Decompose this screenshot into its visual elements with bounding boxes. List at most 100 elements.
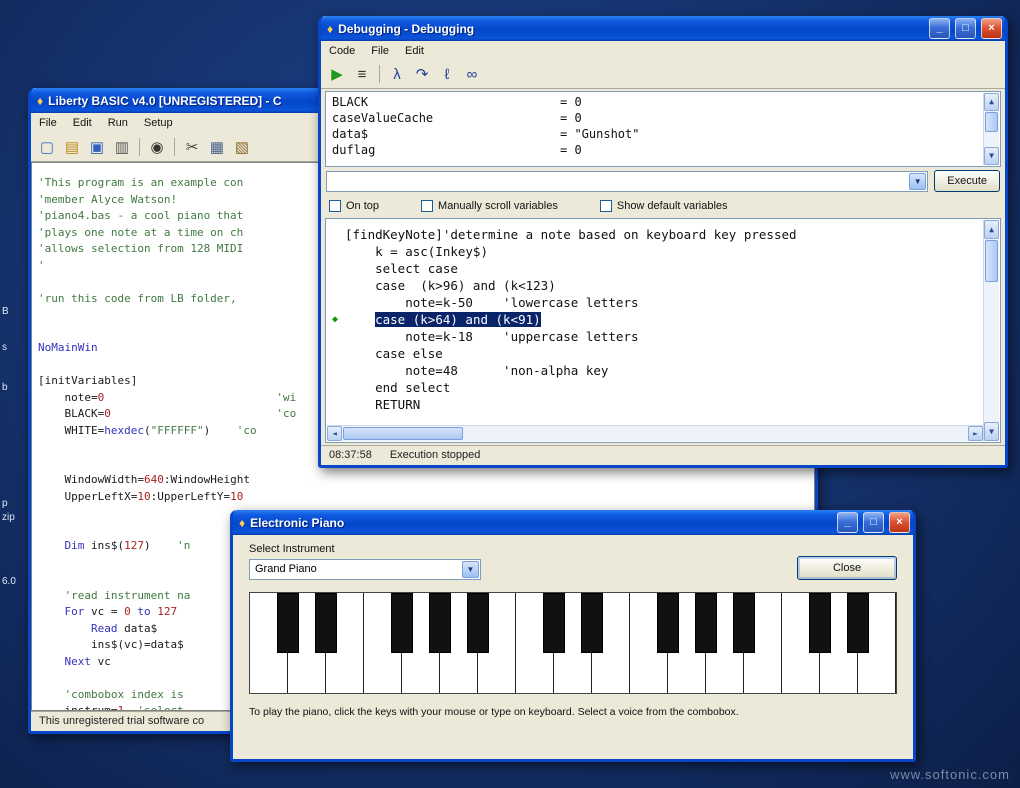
debug-code-view[interactable]: [findKeyNote]'determine a note based on … [325, 218, 1001, 443]
debug-menu-edit[interactable]: Edit [397, 43, 432, 59]
variables-panel[interactable]: BLACK= 0caseValueCache= 0data$= "Gunshot… [325, 91, 1001, 167]
cut-icon[interactable]: ✂ [181, 136, 203, 158]
checkbox-box[interactable] [600, 200, 612, 212]
variable-name: BLACK [332, 94, 560, 110]
desktop-icon-label[interactable]: b [2, 382, 8, 393]
maximize-button[interactable]: □ [955, 18, 976, 39]
scrollbar-thumb[interactable] [343, 427, 463, 440]
black-key[interactable] [391, 593, 413, 653]
scroll-left-icon[interactable]: ◄ [327, 426, 342, 441]
paste-icon[interactable]: ▧ [231, 136, 253, 158]
scroll-down-icon[interactable]: ▼ [984, 422, 999, 441]
variable-name: data$ [332, 126, 560, 142]
copy-icon[interactable]: ▦ [206, 136, 228, 158]
lb-menu-setup[interactable]: Setup [136, 115, 181, 131]
trial-status-text: This unregistered trial software co [39, 715, 204, 727]
black-key[interactable] [581, 593, 603, 653]
animate-icon[interactable]: ∞ [461, 63, 483, 85]
debug-code-line: case else [332, 345, 980, 362]
instrument-label: Select Instrument [249, 543, 481, 555]
variable-value: = "Gunshot" [560, 127, 639, 141]
piano-close-button[interactable]: Close [797, 556, 897, 580]
minimize-button[interactable]: _ [837, 512, 858, 533]
checkbox-box[interactable] [421, 200, 433, 212]
black-key[interactable] [657, 593, 679, 653]
desktop-icon-label[interactable]: p [2, 498, 8, 509]
open-folder-icon[interactable]: ▤ [61, 136, 83, 158]
lb-menu-edit[interactable]: Edit [65, 115, 100, 131]
black-key[interactable] [695, 593, 717, 653]
code-line: UpperLeftX=10:UpperLeftY=10 [38, 489, 810, 506]
scroll-up-icon[interactable]: ▲ [984, 220, 999, 239]
lb-menu-file[interactable]: File [31, 115, 65, 131]
scroll-down-icon[interactable]: ▼ [984, 147, 999, 165]
desktop-icon-label[interactable]: zip [2, 512, 15, 523]
black-key[interactable] [809, 593, 831, 653]
close-button[interactable]: × [981, 18, 1002, 39]
maximize-button[interactable]: □ [863, 512, 884, 533]
debug-code-line: [findKeyNote]'determine a note based on … [332, 226, 980, 243]
minimize-button[interactable]: _ [929, 18, 950, 39]
lb-menu-run[interactable]: Run [100, 115, 136, 131]
debugging-title: Debugging - Debugging [338, 22, 924, 36]
desktop-icon-label[interactable]: s [2, 342, 7, 353]
variable-value: = 0 [560, 143, 582, 157]
debug-options-row: On top Manually scroll variables Show defa… [321, 195, 1005, 216]
checkbox-label: Manually scroll variables [438, 200, 558, 212]
desktop-icon-label[interactable]: 6.0 [2, 576, 16, 587]
debug-code-line: ◆ case (k>64) and (k<91) [332, 311, 980, 328]
scrollbar-thumb[interactable] [985, 240, 998, 282]
debug-menu-code[interactable]: Code [321, 43, 363, 59]
checkbox-manually-scroll-variables[interactable]: Manually scroll variables [421, 200, 558, 212]
checkbox-label: Show default variables [617, 200, 728, 212]
desktop-icon-label[interactable]: B [2, 306, 9, 317]
debug-code-line: select case [332, 260, 980, 277]
chevron-down-icon[interactable]: ▼ [909, 173, 926, 190]
debugging-titlebar[interactable]: ♦ Debugging - Debugging _ □ × [321, 16, 1005, 41]
checkbox-on-top[interactable]: On top [329, 200, 379, 212]
step-out-icon[interactable]: ℓ [436, 63, 458, 85]
save-icon[interactable]: ▣ [86, 136, 108, 158]
debug-code-hscrollbar[interactable]: ◄ ► [327, 425, 983, 441]
piano-hint-text: To play the piano, click the keys with y… [249, 706, 897, 718]
checkbox-show-default-variables[interactable]: Show default variables [600, 200, 728, 212]
black-key[interactable] [733, 593, 755, 653]
debug-code-line: k = asc(Inkey$) [332, 243, 980, 260]
step-over-icon[interactable]: ↷ [411, 63, 433, 85]
stop-icon[interactable]: ≡ [351, 63, 373, 85]
debug-menu-file[interactable]: File [363, 43, 397, 59]
chevron-down-icon[interactable]: ▼ [462, 561, 479, 578]
piano-titlebar[interactable]: ♦ Electronic Piano _ □ × [233, 510, 913, 535]
variable-value: = 0 [560, 111, 582, 125]
new-file-icon[interactable]: ▢ [36, 136, 58, 158]
debug-code-vscrollbar[interactable]: ▲ ▼ [983, 220, 999, 441]
instrument-combobox[interactable]: Grand Piano ▼ [249, 559, 481, 580]
step-into-icon[interactable]: λ [386, 63, 408, 85]
checkbox-box[interactable] [329, 200, 341, 212]
execute-row: ▼ Execute [321, 167, 1005, 195]
piano-app-icon: ♦ [239, 516, 245, 530]
debugging-menubar: CodeFileEdit [321, 41, 1005, 60]
variable-name: duflag [332, 142, 560, 158]
scrollbar-track [984, 133, 999, 147]
command-combobox[interactable]: ▼ [326, 171, 928, 192]
black-key[interactable] [277, 593, 299, 653]
print-icon[interactable]: ▥ [111, 136, 133, 158]
black-key[interactable] [847, 593, 869, 653]
piano-keyboard [249, 592, 897, 694]
black-key[interactable] [467, 593, 489, 653]
black-key[interactable] [543, 593, 565, 653]
variable-row: data$= "Gunshot" [332, 126, 980, 142]
variables-scrollbar[interactable]: ▲ ▼ [983, 93, 999, 165]
find-icon[interactable]: ◉ [146, 136, 168, 158]
execute-button[interactable]: Execute [934, 170, 1000, 192]
scroll-up-icon[interactable]: ▲ [984, 93, 999, 111]
run-icon[interactable]: ▶ [326, 63, 348, 85]
watermark-text: www.softonic.com [890, 767, 1010, 782]
scroll-right-icon[interactable]: ► [968, 426, 983, 441]
close-button[interactable]: × [889, 512, 910, 533]
black-key[interactable] [429, 593, 451, 653]
piano-title: Electronic Piano [250, 516, 832, 530]
black-key[interactable] [315, 593, 337, 653]
scrollbar-thumb[interactable] [985, 112, 998, 132]
